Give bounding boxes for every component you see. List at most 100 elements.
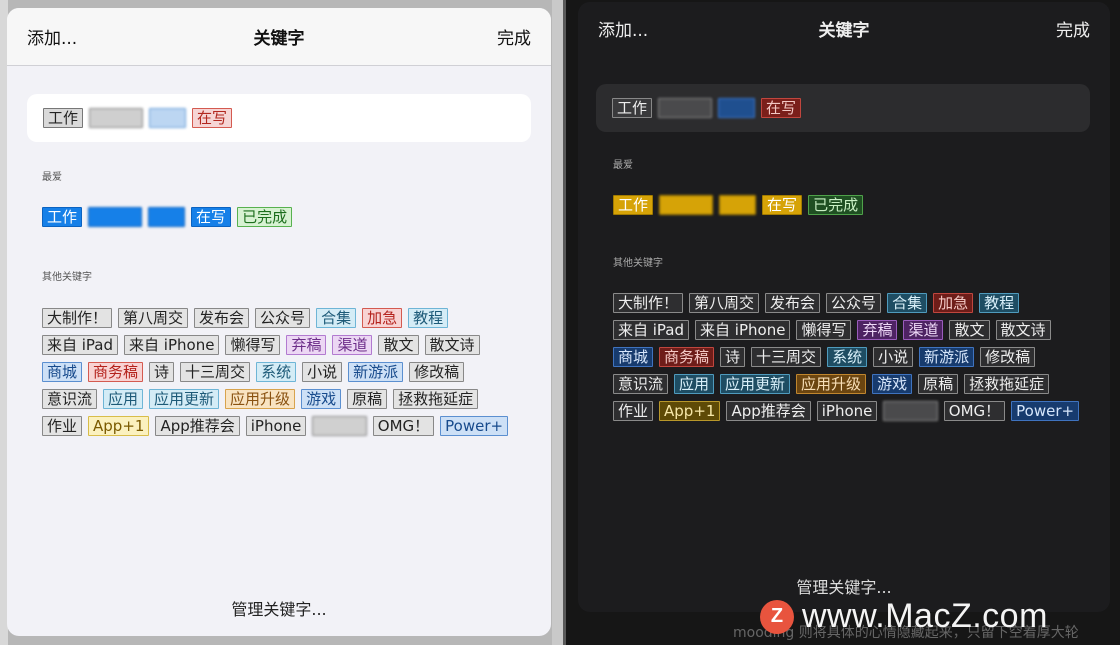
keyword-tag[interactable]: 发布会 — [194, 308, 250, 328]
keyword-tag[interactable]: 第八周交 — [118, 308, 189, 328]
keyword-tag[interactable]: Power+ — [440, 416, 509, 436]
keyword-tag[interactable]: 游戏 — [872, 374, 913, 394]
keyword-tag[interactable]: 拯救拖延症 — [964, 374, 1050, 394]
keyword-tag[interactable]: 意识流 — [42, 389, 98, 409]
keyword-tag[interactable]: 教程 — [979, 293, 1020, 313]
keyword-tag[interactable]: 系统 — [256, 362, 297, 382]
keyword-tag[interactable]: App推荐会 — [155, 416, 240, 436]
favorites-heading: 最爱 — [42, 172, 62, 183]
keyword-tag[interactable]: 拯救拖延症 — [393, 389, 479, 409]
keyword-tag[interactable]: 游戏 — [301, 389, 342, 409]
keyword-tag[interactable]: App+1 — [659, 401, 721, 421]
keyword-tag[interactable]: 来自 iPad — [42, 335, 119, 355]
keyword-tag[interactable]: 散文 — [949, 320, 990, 340]
keyword-tag[interactable]: 在写 — [191, 207, 232, 227]
keyword-tag[interactable]: xxx — [148, 207, 186, 227]
keyword-tag[interactable]: 渠道 — [332, 335, 373, 355]
keyword-tag[interactable]: 商务稿 — [659, 347, 715, 367]
keyword-tag[interactable]: 作业 — [42, 416, 83, 436]
keyword-tag[interactable]: iPhone — [245, 416, 307, 436]
keyword-tag[interactable]: 修改稿 — [980, 347, 1036, 367]
keyword-tag[interactable]: xxxxx — [659, 195, 714, 215]
keyword-tag[interactable]: 已完成 — [808, 195, 864, 215]
keyword-tag[interactable]: 公众号 — [255, 308, 311, 328]
keyword-tag[interactable]: 小说 — [873, 347, 914, 367]
add-button[interactable]: 添加... — [27, 24, 77, 49]
keyword-tag[interactable]: 作业 — [613, 401, 654, 421]
keyword-tag[interactable]: 修改稿 — [409, 362, 465, 382]
keyword-tag[interactable]: 第八周交 — [689, 293, 760, 313]
keyword-tag[interactable]: xxxxx — [883, 401, 938, 421]
keyword-tag[interactable]: 合集 — [887, 293, 928, 313]
keyword-tag[interactable]: 教程 — [408, 308, 449, 328]
manage-keywords-button[interactable]: 管理关键字... — [578, 574, 1110, 598]
keyword-tag[interactable]: 来自 iPad — [613, 320, 690, 340]
keyword-tag[interactable]: 工作 — [42, 207, 83, 227]
keyword-tag[interactable]: 在写 — [192, 108, 233, 128]
keyword-tag[interactable]: 工作 — [43, 108, 84, 128]
keyword-tag[interactable]: 散文 — [378, 335, 419, 355]
keyword-tag[interactable]: 加急 — [933, 293, 974, 313]
keyword-tag[interactable]: 应用 — [674, 374, 715, 394]
keyword-tag[interactable]: xxxxx — [658, 98, 713, 118]
keyword-tag[interactable]: iPhone — [816, 401, 878, 421]
keyword-tag[interactable]: 诗 — [149, 362, 175, 382]
selected-keywords-field[interactable]: 工作xxxxxxxx在写 — [596, 84, 1090, 132]
keyword-tag[interactable]: 十三周交 — [180, 362, 251, 382]
keyword-tag[interactable]: 加急 — [362, 308, 403, 328]
keyword-tag[interactable]: 来自 iPhone — [124, 335, 220, 355]
keyword-tag[interactable]: 应用升级 — [225, 389, 296, 409]
keyword-tag[interactable]: 懒得写 — [225, 335, 281, 355]
keyword-tag[interactable]: 商城 — [613, 347, 654, 367]
keyword-tag[interactable]: 应用升级 — [796, 374, 867, 394]
keyword-tag[interactable]: 十三周交 — [751, 347, 822, 367]
keyword-tag[interactable]: 原稿 — [918, 374, 959, 394]
keyword-tag[interactable]: App推荐会 — [726, 401, 811, 421]
keyword-tag[interactable]: 应用更新 — [149, 389, 220, 409]
keyword-tag[interactable]: 诗 — [720, 347, 746, 367]
keyword-tag[interactable]: 大制作！ — [42, 308, 113, 328]
keyword-tag[interactable]: 已完成 — [237, 207, 293, 227]
keyword-tag[interactable]: xxxxx — [88, 207, 143, 227]
keyword-tag[interactable]: OMG！ — [943, 401, 1006, 421]
keyword-tag[interactable]: 新游派 — [919, 347, 975, 367]
done-button[interactable]: 完成 — [1056, 16, 1090, 41]
keyword-tag[interactable]: xxx — [718, 98, 756, 118]
keyword-tag[interactable]: 商城 — [42, 362, 83, 382]
keyword-tag[interactable]: 大制作！ — [613, 293, 684, 313]
done-button[interactable]: 完成 — [497, 24, 531, 49]
keyword-tag[interactable]: xxx — [719, 195, 757, 215]
keyword-tag[interactable]: 应用 — [103, 389, 144, 409]
keyword-tag[interactable]: 在写 — [761, 98, 802, 118]
keyword-tag[interactable]: 渠道 — [903, 320, 944, 340]
keyword-tag[interactable]: xxxxx — [312, 416, 367, 436]
keyword-tag[interactable]: 弃稿 — [857, 320, 898, 340]
keyword-tag[interactable]: 新游派 — [348, 362, 404, 382]
manage-keywords-button[interactable]: 管理关键字... — [7, 596, 551, 620]
keyword-tag[interactable]: 原稿 — [347, 389, 388, 409]
keyword-tag[interactable]: 工作 — [613, 195, 654, 215]
keyword-tag[interactable]: 合集 — [316, 308, 357, 328]
keyword-tag[interactable]: 在写 — [762, 195, 803, 215]
keyword-tag[interactable]: 系统 — [827, 347, 868, 367]
keyword-tag[interactable]: Power+ — [1011, 401, 1080, 421]
keyword-tag[interactable]: 来自 iPhone — [695, 320, 791, 340]
keyword-tag[interactable]: 小说 — [302, 362, 343, 382]
keyword-tag[interactable]: 商务稿 — [88, 362, 144, 382]
keyword-tag[interactable]: 公众号 — [826, 293, 882, 313]
watermark-text: www.MacZ.com — [802, 597, 1048, 635]
keyword-tag[interactable]: 懒得写 — [796, 320, 852, 340]
keyword-tag[interactable]: App+1 — [88, 416, 150, 436]
keyword-tag[interactable]: 应用更新 — [720, 374, 791, 394]
keyword-tag[interactable]: xxx — [149, 108, 187, 128]
keyword-tag[interactable]: 工作 — [612, 98, 653, 118]
keyword-tag[interactable]: 意识流 — [613, 374, 669, 394]
keyword-tag[interactable]: 弃稿 — [286, 335, 327, 355]
keyword-tag[interactable]: xxxxx — [89, 108, 144, 128]
selected-keywords-field[interactable]: 工作xxxxxxxx在写 — [27, 94, 531, 142]
keyword-tag[interactable]: 发布会 — [765, 293, 821, 313]
keyword-tag[interactable]: OMG！ — [372, 416, 435, 436]
keyword-tag[interactable]: 散文诗 — [424, 335, 480, 355]
add-button[interactable]: 添加... — [598, 16, 648, 41]
keyword-tag[interactable]: 散文诗 — [995, 320, 1051, 340]
